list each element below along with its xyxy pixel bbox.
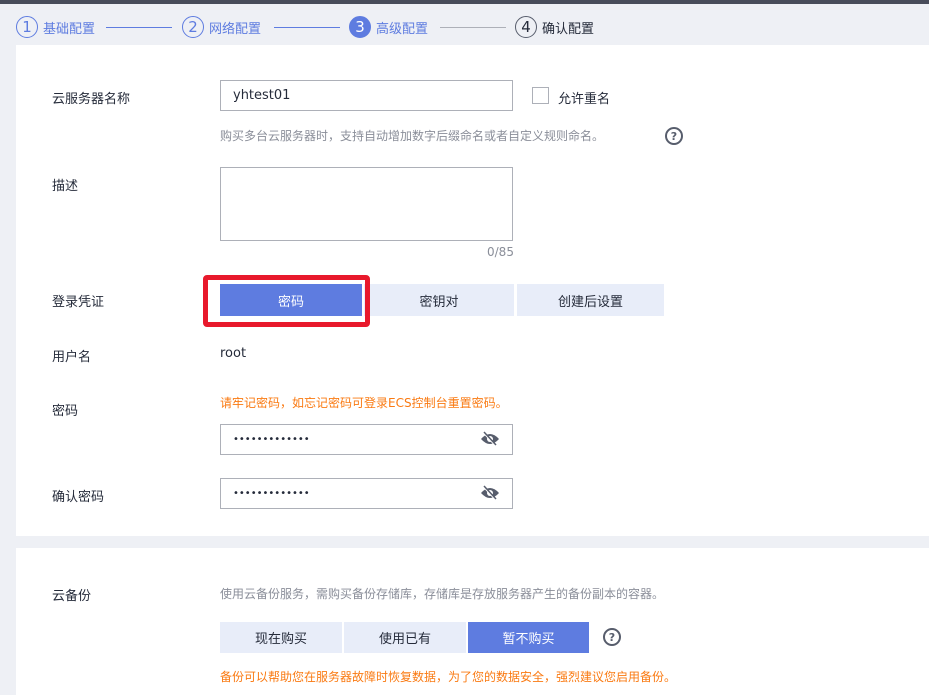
confirm-password-label: 确认密码 <box>52 490 105 505</box>
server-name-value: yhtest01 <box>233 88 291 103</box>
step-1: 1 基础配置 <box>16 16 95 38</box>
step-2: 2 网络配置 <box>182 16 261 38</box>
top-bar <box>0 0 929 4</box>
step-number: 3 <box>349 16 371 38</box>
step-connector <box>440 27 506 28</box>
confirm-password-value: ••••••••••••• <box>233 488 310 499</box>
username-value: root <box>220 346 247 361</box>
login-keypair-option[interactable]: 密钥对 <box>364 284 514 316</box>
password-label: 密码 <box>52 404 79 419</box>
password-input[interactable]: ••••••••••••• <box>220 424 513 455</box>
step-4: 4 确认配置 <box>515 16 594 38</box>
description-counter: 0/85 <box>487 245 514 259</box>
password-value: ••••••••••••• <box>233 434 310 445</box>
help-icon[interactable]: ? <box>603 628 621 646</box>
username-label: 用户名 <box>52 350 92 365</box>
step-label: 网络配置 <box>209 21 262 37</box>
backup-warning: 备份可以帮助您在服务器故障时恢复数据，为了您的数据安全，强烈建议您启用备份。 <box>220 670 677 684</box>
step-label: 基础配置 <box>43 21 96 37</box>
step-label: 高级配置 <box>376 21 429 37</box>
name-hint: 购买多台云服务器时，支持自动增加数字后缀命名或者自定义规则命名。 <box>220 129 605 143</box>
backup-skip-option[interactable]: 暂不购买 <box>468 622 589 653</box>
backup-description: 使用云备份服务，需购买备份存储库，存储库是存放服务器产生的备份副本的容器。 <box>220 587 665 601</box>
confirm-password-input[interactable]: ••••••••••••• <box>220 478 513 509</box>
step-connector <box>274 27 340 28</box>
allow-duplicate-label: 允许重名 <box>558 92 611 107</box>
highlight-box <box>203 275 370 327</box>
step-3: 3 高级配置 <box>349 16 428 38</box>
description-label: 描述 <box>52 179 79 194</box>
step-number: 2 <box>182 16 204 38</box>
help-icon[interactable]: ? <box>665 127 683 145</box>
eye-hidden-icon[interactable] <box>480 485 500 501</box>
login-later-option[interactable]: 创建后设置 <box>517 284 664 316</box>
backup-buy-now-option[interactable]: 现在购买 <box>220 622 342 653</box>
backup-use-existing-option[interactable]: 使用已有 <box>344 622 466 653</box>
backup-label: 云备份 <box>52 589 92 604</box>
name-label: 云服务器名称 <box>52 92 131 107</box>
server-name-input[interactable]: yhtest01 <box>220 80 513 111</box>
description-textarea[interactable] <box>220 167 513 241</box>
login-credential-label: 登录凭证 <box>52 295 105 310</box>
eye-hidden-icon[interactable] <box>480 431 500 447</box>
step-connector <box>106 27 172 28</box>
step-number: 1 <box>16 16 38 38</box>
step-label: 确认配置 <box>542 21 595 37</box>
allow-duplicate-checkbox[interactable] <box>532 87 549 104</box>
password-warning: 请牢记密码，如忘记密码可登录ECS控制台重置密码。 <box>220 396 508 410</box>
step-number: 4 <box>515 16 537 38</box>
